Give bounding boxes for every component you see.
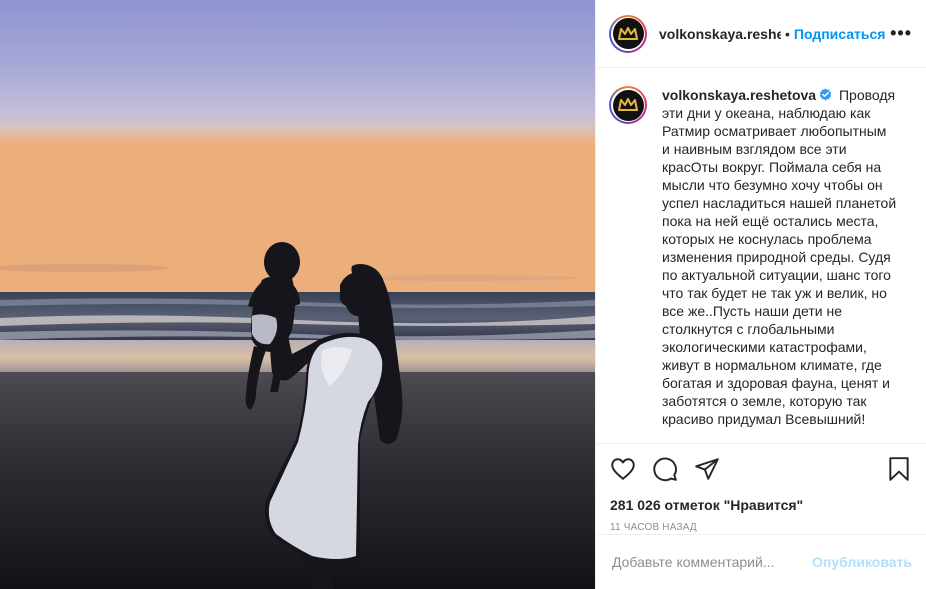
avatar-ring (611, 16, 645, 51)
crown-icon (618, 26, 638, 40)
post-photo[interactable] (0, 0, 595, 589)
verified-badge-icon (819, 88, 832, 101)
caption-author-avatar[interactable] (609, 86, 647, 124)
header-username-link[interactable]: volkonskaya.reshetova (659, 26, 781, 42)
beach-sunset-photo (0, 0, 595, 589)
crown-icon (618, 98, 638, 111)
post-caption: volkonskaya.reshetova Проводя эти дни у … (662, 86, 897, 443)
comment-icon[interactable] (652, 456, 678, 482)
heart-icon[interactable] (610, 456, 636, 482)
follow-button[interactable]: Подписаться (794, 26, 886, 42)
comment-input[interactable] (610, 553, 813, 571)
avatar-image (612, 18, 644, 49)
post-header: volkonskaya.reshetova • Подписаться ••• (596, 0, 926, 68)
author-avatar[interactable] (609, 14, 647, 53)
bookmark-icon[interactable] (886, 456, 912, 482)
likes-count[interactable]: 281 026 отметок "Нравится" (596, 494, 926, 516)
publish-button[interactable]: Опубликовать (812, 554, 912, 570)
separator-dot: • (785, 25, 790, 42)
avatar-ring (611, 88, 645, 122)
caption-username-link[interactable]: volkonskaya.reshetova (662, 87, 816, 103)
instagram-post: volkonskaya.reshetova • Подписаться ••• … (0, 0, 926, 589)
share-icon[interactable] (694, 456, 720, 482)
avatar-image (612, 89, 644, 121)
caption-section: volkonskaya.reshetova Проводя эти дни у … (596, 68, 926, 444)
caption-text: Проводя эти дни у океана, наблюдаю как Р… (662, 87, 897, 427)
comment-form: Опубликовать (596, 534, 926, 589)
post-side-panel: volkonskaya.reshetova • Подписаться ••• … (595, 0, 926, 589)
action-bar (596, 444, 926, 494)
more-options-icon[interactable]: ••• (890, 23, 912, 44)
